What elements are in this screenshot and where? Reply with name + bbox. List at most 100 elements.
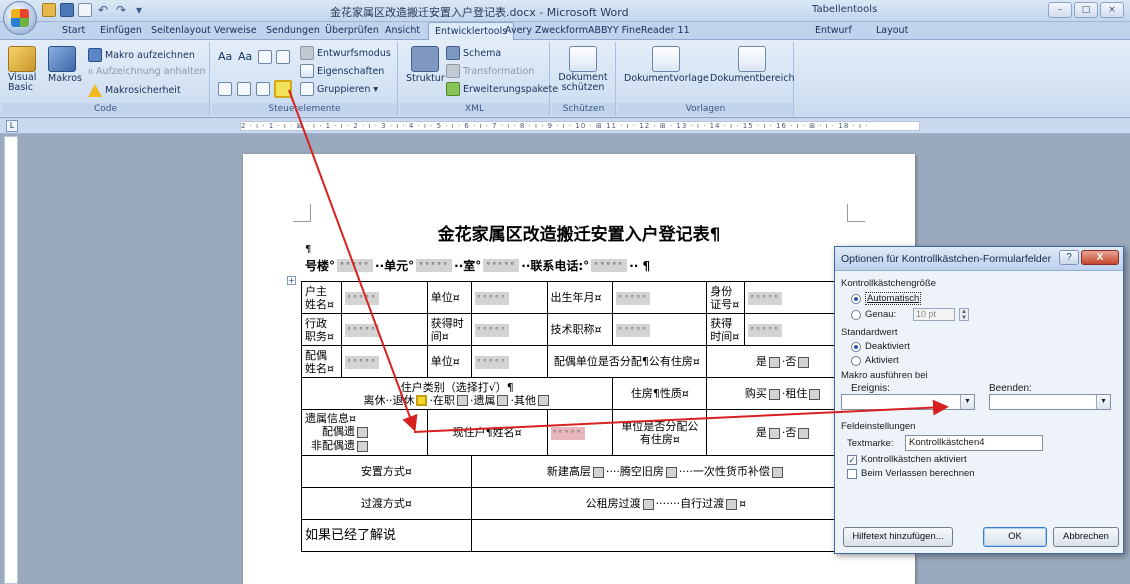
rich-text-control-button[interactable]: Aa <box>218 50 232 63</box>
customize-qat-icon[interactable]: ▾ <box>132 3 146 17</box>
exact-size-option[interactable]: Genau: 10 pt ▲ ▼ <box>851 308 1117 321</box>
date-picker-button[interactable] <box>237 82 251 96</box>
activated-radio[interactable] <box>851 355 861 366</box>
exact-size-input[interactable]: 10 pt <box>913 308 955 321</box>
tab-start[interactable]: Start <box>62 25 85 36</box>
folder-icon[interactable] <box>42 3 56 17</box>
auto-size-radio[interactable] <box>851 293 861 304</box>
macros-button[interactable]: Makros <box>48 46 82 84</box>
protect-document-button[interactable]: Dokument schützen <box>556 46 610 93</box>
head-name-field[interactable]: °°°°° <box>344 291 379 305</box>
enabled-checkbox[interactable]: ✓ <box>847 454 857 465</box>
tab-layout[interactable]: Layout <box>876 25 908 36</box>
tab-page-layout[interactable]: Seitenlayout <box>151 25 211 36</box>
obtain-time-cell[interactable]: °°°°° <box>470 313 548 346</box>
tab-abbyy[interactable]: ABBYY FineReader 11 <box>588 25 690 36</box>
document-template-button[interactable]: Dokumentvorlage <box>624 46 709 84</box>
exact-size-radio[interactable] <box>851 309 861 320</box>
plain-text-control-button[interactable]: Aa <box>238 50 252 63</box>
redo-icon[interactable]: ↷ <box>114 3 128 17</box>
add-help-text-button[interactable]: Hilfetext hinzufügen... <box>843 527 953 547</box>
office-button[interactable] <box>3 1 37 35</box>
spouse-field[interactable]: °°°°° <box>344 355 379 369</box>
help-icon[interactable]: ? <box>1059 250 1079 265</box>
document-page[interactable]: 金花家属区改造搬迁安置入户登记表¶ ¶ 号楼° °°°°° ··单元° °°°°… <box>243 154 915 584</box>
ok-button[interactable]: OK <box>983 527 1047 547</box>
unit-cell[interactable]: °°°°° <box>470 281 548 314</box>
tab-references[interactable]: Verweise <box>214 25 257 36</box>
spin-arrows-icon[interactable]: ▲ ▼ <box>959 308 969 321</box>
spouse-unit-cell[interactable]: °°°°° <box>470 345 548 378</box>
cancel-button[interactable]: Abbrechen <box>1053 527 1119 547</box>
yes-checkbox[interactable] <box>768 427 780 439</box>
cash-checkbox[interactable] <box>771 466 783 478</box>
auto-size-option[interactable]: Automatisch <box>851 292 1117 305</box>
current-head-cell[interactable]: °°°°° <box>546 409 614 456</box>
close-window-icon[interactable]: × <box>1100 2 1124 18</box>
close-icon[interactable]: X <box>1081 250 1119 265</box>
public-rent-checkbox[interactable] <box>642 498 654 510</box>
post-field[interactable]: °°°°° <box>344 323 379 337</box>
spouse-unit-field[interactable]: °°°°° <box>474 355 509 369</box>
document-panel-button[interactable]: Dokumentbereich <box>710 46 795 84</box>
macro-security-button[interactable]: Makrosicherheit <box>88 84 181 97</box>
spouse-cell[interactable]: °°°°° <box>340 345 428 378</box>
spouse-survivor-checkbox[interactable] <box>357 426 368 438</box>
combo-box-control-button[interactable] <box>256 82 270 96</box>
maximize-icon[interactable]: □ <box>1074 2 1098 18</box>
yes-checkbox[interactable] <box>768 356 780 368</box>
picture-control-button[interactable] <box>258 50 272 64</box>
post-cell[interactable]: °°°°° <box>340 313 428 346</box>
structure-button[interactable]: Struktur <box>406 46 445 84</box>
in-service-checkbox[interactable] <box>456 395 468 406</box>
new-high-checkbox[interactable] <box>592 466 604 478</box>
no-checkbox[interactable] <box>798 427 810 439</box>
obtain-time2-field[interactable]: °°°°° <box>748 323 783 337</box>
id-field[interactable]: °°°°° <box>748 291 783 305</box>
print-preview-icon[interactable] <box>78 3 92 17</box>
minimize-icon[interactable]: – <box>1048 2 1072 18</box>
ruler-scale[interactable]: 2 · ı · 1 · ı · ⊠ · ı · 1 · ı · 2 · ı · … <box>240 121 920 131</box>
unit-field[interactable]: °°°°° <box>474 291 509 305</box>
bookmark-input[interactable]: Kontrollkästchen4 <box>905 435 1043 451</box>
on-entry-select[interactable]: ▼ <box>841 394 975 410</box>
on-exit-select[interactable]: ▼ <box>989 394 1111 410</box>
tab-avery[interactable]: Avery Zweckform <box>505 25 588 36</box>
tab-review[interactable]: Überprüfen <box>325 25 379 36</box>
tab-mailings[interactable]: Sendungen <box>266 25 320 36</box>
record-macro-button[interactable]: Makro aufzeichnen <box>88 48 195 62</box>
deactivated-radio[interactable] <box>851 341 861 352</box>
no-checkbox[interactable] <box>798 356 810 368</box>
tab-design[interactable]: Entwurf <box>815 25 852 36</box>
activated-option[interactable]: Aktiviert <box>851 355 1117 366</box>
tech-title-cell[interactable]: °°°°° <box>612 313 708 346</box>
pause-recording-button[interactable]: ıı Aufzeichnung anhalten <box>88 66 206 77</box>
tech-title-field[interactable]: °°°°° <box>616 323 651 337</box>
save-icon[interactable] <box>60 3 74 17</box>
undo-icon[interactable]: ↶ <box>96 3 110 17</box>
obtain-time-field[interactable]: °°°°° <box>474 323 509 337</box>
buy-checkbox[interactable] <box>768 388 780 400</box>
tab-developer[interactable]: Entwicklertools <box>428 22 515 41</box>
expansion-packs-button[interactable]: Erweiterungspakete <box>446 82 558 96</box>
tab-selector-icon[interactable]: L <box>6 120 18 132</box>
non-spouse-survivor-checkbox[interactable] <box>357 440 368 452</box>
group-button[interactable]: Gruppieren ▾ <box>300 82 378 96</box>
calc-on-exit-checkbox[interactable] <box>847 468 857 479</box>
self-transition-checkbox[interactable] <box>726 498 738 510</box>
note-cell[interactable] <box>470 519 862 552</box>
table-move-handle-icon[interactable]: + <box>287 276 296 285</box>
rent-checkbox[interactable] <box>809 388 821 400</box>
deactivated-option[interactable]: Deaktiviert <box>851 341 1117 352</box>
current-head-field[interactable]: °°°°° <box>550 426 585 440</box>
enabled-option[interactable]: ✓ Kontrollkästchen aktiviert <box>847 454 1117 465</box>
survivor-checkbox[interactable] <box>497 395 509 406</box>
tab-view[interactable]: Ansicht <box>385 25 420 36</box>
unit-field[interactable]: °°°°° <box>416 259 453 272</box>
transformation-button[interactable]: Transformation <box>446 64 534 78</box>
design-mode-button[interactable]: Entwurfsmodus <box>300 46 391 60</box>
legacy-tools-button[interactable] <box>274 80 292 98</box>
dropdown-control-button[interactable] <box>218 82 232 96</box>
vertical-ruler[interactable] <box>4 136 18 584</box>
room-field[interactable]: °°°°° <box>483 259 520 272</box>
